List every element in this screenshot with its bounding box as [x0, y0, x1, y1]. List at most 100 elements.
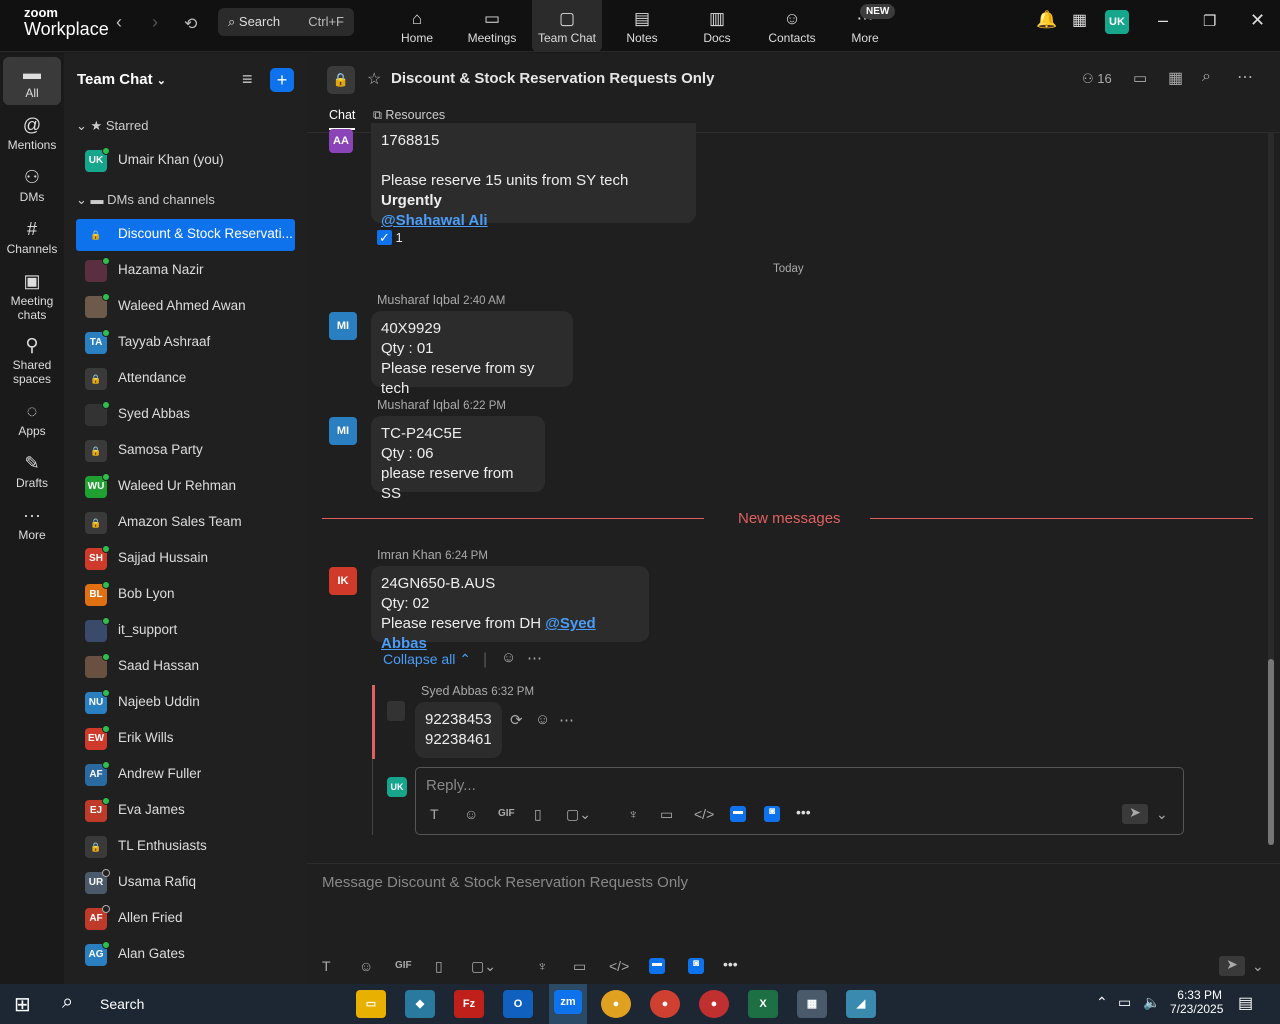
app-icon[interactable]: ◙ — [764, 806, 780, 822]
chevron-up-icon[interactable]: ⌃ — [1096, 994, 1108, 1011]
file-icon[interactable]: ▯ — [435, 958, 443, 975]
sidebar-item-erik-wills[interactable]: EW Erik Wills — [76, 723, 295, 755]
text-format-icon[interactable]: T — [322, 958, 331, 974]
sidebar-item-it-support[interactable]: it_support — [76, 615, 295, 647]
sidebar-item-waleed-ur-rehman[interactable]: WU Waleed Ur Rehman — [76, 471, 295, 503]
sidebar-item-saad-hassan[interactable]: Saad Hassan — [76, 651, 295, 683]
calendar-icon[interactable]: ▦ — [1072, 10, 1087, 30]
tab-team-chat[interactable]: ▢ Team Chat — [532, 0, 602, 52]
star-icon[interactable]: ☆ — [367, 69, 381, 89]
app-icon[interactable]: ▬ — [730, 806, 746, 822]
zoom-taskbar-icon[interactable]: zm — [549, 984, 587, 1024]
chrome-icon[interactable]: ● — [650, 990, 680, 1018]
avatar[interactable]: MI — [329, 312, 357, 340]
message-input[interactable]: Message Discount & Stock Reservation Req… — [322, 874, 688, 891]
sidebar-item-hazama-nazir[interactable]: Hazama Nazir — [76, 255, 295, 287]
collapse-all-button[interactable]: Collapse all ⌃ — [383, 651, 471, 668]
sidebar-item-usama-rafiq[interactable]: UR Usama Rafiq — [76, 867, 295, 899]
sidebar-item-alan-gates[interactable]: AG Alan Gates — [76, 939, 295, 971]
more-icon[interactable]: ⋯ — [559, 711, 574, 729]
excel-icon[interactable]: X — [748, 990, 778, 1018]
members-button[interactable]: ⚇ 16 — [1082, 71, 1112, 87]
forward-icon[interactable]: ⟳ — [510, 711, 523, 729]
calculator-icon[interactable]: ▦ — [797, 990, 827, 1018]
more-icon[interactable]: ••• — [796, 804, 811, 820]
reply-input[interactable]: Reply... — [426, 777, 476, 794]
avatar[interactable]: IK — [329, 567, 357, 595]
tab-home[interactable]: ⌂ Home — [392, 0, 442, 52]
send-icon[interactable]: ➤ — [1219, 956, 1245, 976]
avatar[interactable]: MI — [329, 417, 357, 445]
sidebar-item-samosa-party[interactable]: 🔒 Samosa Party — [76, 435, 295, 467]
back-arrow-icon[interactable]: ‹ — [116, 12, 122, 33]
rail-all[interactable]: ▬ All — [3, 57, 61, 105]
screenshot-icon[interactable]: ▢⌄ — [566, 806, 591, 823]
video-message-icon[interactable]: ▭ — [573, 958, 586, 975]
scrollbar-thumb[interactable] — [1268, 659, 1274, 845]
emoji-icon[interactable]: ☺ — [359, 958, 373, 974]
dms-section[interactable]: ⌄ ▬ DMs and channels — [76, 192, 215, 208]
gif-icon[interactable]: GIF — [498, 808, 515, 819]
app-icon[interactable]: ◢ — [846, 990, 876, 1018]
chrome-icon[interactable]: ● — [699, 990, 729, 1018]
network-icon[interactable]: ▭ — [1118, 994, 1131, 1011]
file-explorer-icon[interactable]: ▭ — [356, 990, 386, 1018]
minimize-icon[interactable]: – — [1158, 10, 1168, 31]
sidebar-item-tl-enthusiasts[interactable]: 🔒 TL Enthusiasts — [76, 831, 295, 863]
history-icon[interactable]: ⟲ — [184, 14, 197, 34]
video-message-icon[interactable]: ▭ — [660, 806, 673, 823]
tab-docs[interactable]: ▥ Docs — [692, 0, 742, 52]
send-icon[interactable]: ➤ — [1122, 804, 1148, 824]
emoji-reaction-icon[interactable]: ☺ — [501, 649, 516, 666]
more-icon[interactable]: ⋯ — [1237, 67, 1253, 87]
gif-icon[interactable]: GIF — [395, 960, 412, 971]
tab-resources[interactable]: ⧉ Resources — [373, 108, 445, 123]
chrome-icon[interactable]: ● — [601, 990, 631, 1018]
text-format-icon[interactable]: T — [430, 806, 439, 822]
notifications-icon[interactable]: ▤ — [1238, 993, 1253, 1013]
restore-icon[interactable]: ❐ — [1203, 12, 1216, 30]
sidebar-title[interactable]: Team Chat ⌄ — [77, 71, 166, 88]
more-icon[interactable]: ••• — [723, 956, 738, 972]
windows-start-icon[interactable]: ⊞ — [14, 992, 31, 1017]
tab-chat[interactable]: Chat — [329, 108, 356, 130]
tab-meetings[interactable]: ▭ Meetings — [462, 0, 522, 52]
microphone-icon[interactable]: ♆ — [628, 806, 639, 822]
sidebar-item-attendance[interactable]: 🔒 Attendance — [76, 363, 295, 395]
search-icon[interactable]: ⌕ — [1202, 68, 1211, 86]
app-icon[interactable]: ▬ — [649, 958, 665, 974]
filezilla-icon[interactable]: Fz — [454, 990, 484, 1018]
search-icon[interactable]: ⌕ — [62, 991, 73, 1014]
app-icon[interactable]: ◆ — [405, 990, 435, 1018]
rail-channels[interactable]: # Channels — [0, 219, 64, 256]
sidebar-item-bob-lyon[interactable]: BL Bob Lyon — [76, 579, 295, 611]
avatar[interactable]: AA — [329, 129, 353, 153]
reply-box[interactable]: Reply... T ☺ GIF ▯ ▢⌄ ♆ ▭ </> ▬ ◙ ••• ➤ … — [415, 767, 1184, 835]
rail-shared-spaces[interactable]: ⚲ Shared spaces — [0, 335, 64, 386]
user-avatar[interactable]: UK — [1105, 10, 1129, 34]
rail-mentions[interactable]: @ Mentions — [0, 115, 64, 152]
rail-meeting-chats[interactable]: ▣ Meeting chats — [0, 271, 64, 322]
channel-title[interactable]: Discount & Stock Reservation Requests On… — [391, 70, 714, 87]
reaction-badge[interactable]: ✓ 1 — [377, 230, 403, 246]
rail-apps[interactable]: ◌ Apps — [0, 401, 64, 438]
sidebar-item-tayyab-ashraaf[interactable]: TA Tayyab Ashraaf — [76, 327, 295, 359]
sidebar-item-sajjad-hussain[interactable]: SH Sajjad Hussain — [76, 543, 295, 575]
new-chat-button[interactable]: + — [270, 68, 294, 92]
sidebar-item-eva-james[interactable]: EJ Eva James — [76, 795, 295, 827]
sidebar-item-amazon-sales-team[interactable]: 🔒 Amazon Sales Team — [76, 507, 295, 539]
code-icon[interactable]: </> — [694, 806, 714, 822]
chevron-down-icon[interactable]: ⌄ — [1156, 806, 1168, 823]
emoji-reaction-icon[interactable]: ☺ — [535, 711, 550, 728]
tab-contacts[interactable]: ☺ Contacts — [762, 0, 822, 52]
screenshot-icon[interactable]: ▢⌄ — [471, 958, 496, 975]
search-bar[interactable]: ⌕ Search Ctrl+F — [218, 8, 354, 36]
sidebar-item-allen-fried[interactable]: AF Allen Fried — [76, 903, 295, 935]
bell-icon[interactable]: 🔔 — [1036, 10, 1057, 30]
outlook-icon[interactable]: O — [503, 990, 533, 1018]
rail-drafts[interactable]: ✎ Drafts — [0, 453, 64, 490]
filter-icon[interactable]: ≡ — [242, 69, 253, 90]
sidebar-item-andrew-fuller[interactable]: AF Andrew Fuller — [76, 759, 295, 791]
microphone-icon[interactable]: ♆ — [537, 958, 548, 974]
code-icon[interactable]: </> — [609, 958, 629, 974]
